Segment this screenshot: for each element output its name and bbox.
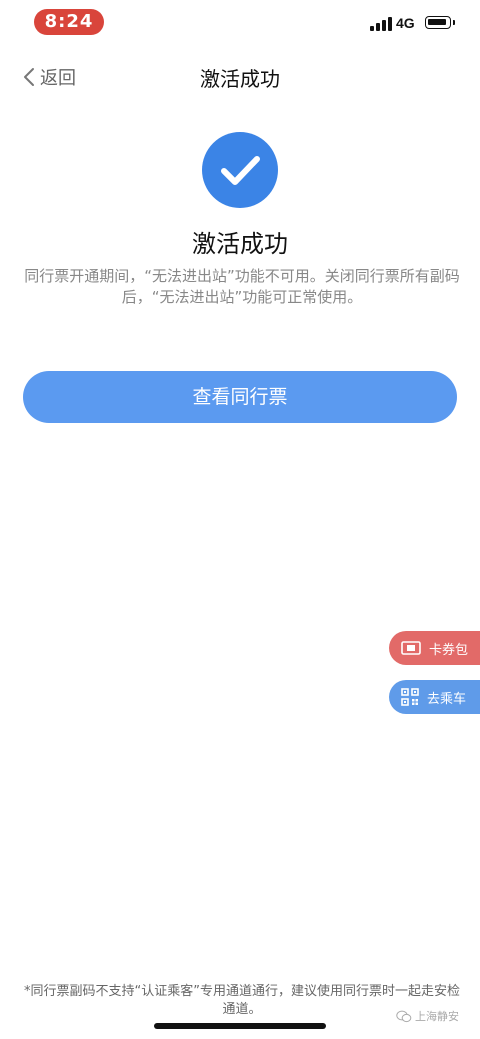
- go-ride-button[interactable]: 去乘车: [389, 680, 480, 714]
- footer-note: *同行票副码不支持“认证乘客”专用通道通行，建议使用同行票时一起走安检通道。: [24, 984, 460, 1017]
- check-circle-icon: [202, 132, 278, 208]
- wechat-icon: [396, 1010, 412, 1022]
- coupon-wallet-label: 卡券包: [429, 642, 469, 658]
- qr-code-icon: [401, 688, 419, 706]
- coupon-wallet-button[interactable]: 卡券包: [389, 631, 480, 665]
- watermark: 上海静安: [396, 1008, 459, 1024]
- status-bar: 8:24 4G: [0, 0, 480, 44]
- network-label: 4G: [396, 15, 415, 31]
- signal-icon: [370, 17, 392, 31]
- battery-icon: [425, 16, 455, 29]
- success-description: 同行票开通期间，“无法进出站”功能不可用。关闭同行票所有副码后，“无法进出站”功…: [24, 267, 460, 306]
- go-ride-label: 去乘车: [427, 691, 467, 707]
- page-title: 激活成功: [200, 67, 280, 91]
- success-title: 激活成功: [192, 230, 288, 258]
- view-ticket-button[interactable]: 查看同行票: [23, 371, 457, 423]
- status-time: 8:24: [34, 9, 104, 35]
- home-indicator[interactable]: [154, 1023, 326, 1029]
- watermark-text: 上海静安: [415, 1010, 459, 1023]
- nav-bar: 返回 激活成功: [0, 52, 480, 102]
- ticket-icon: [401, 641, 421, 655]
